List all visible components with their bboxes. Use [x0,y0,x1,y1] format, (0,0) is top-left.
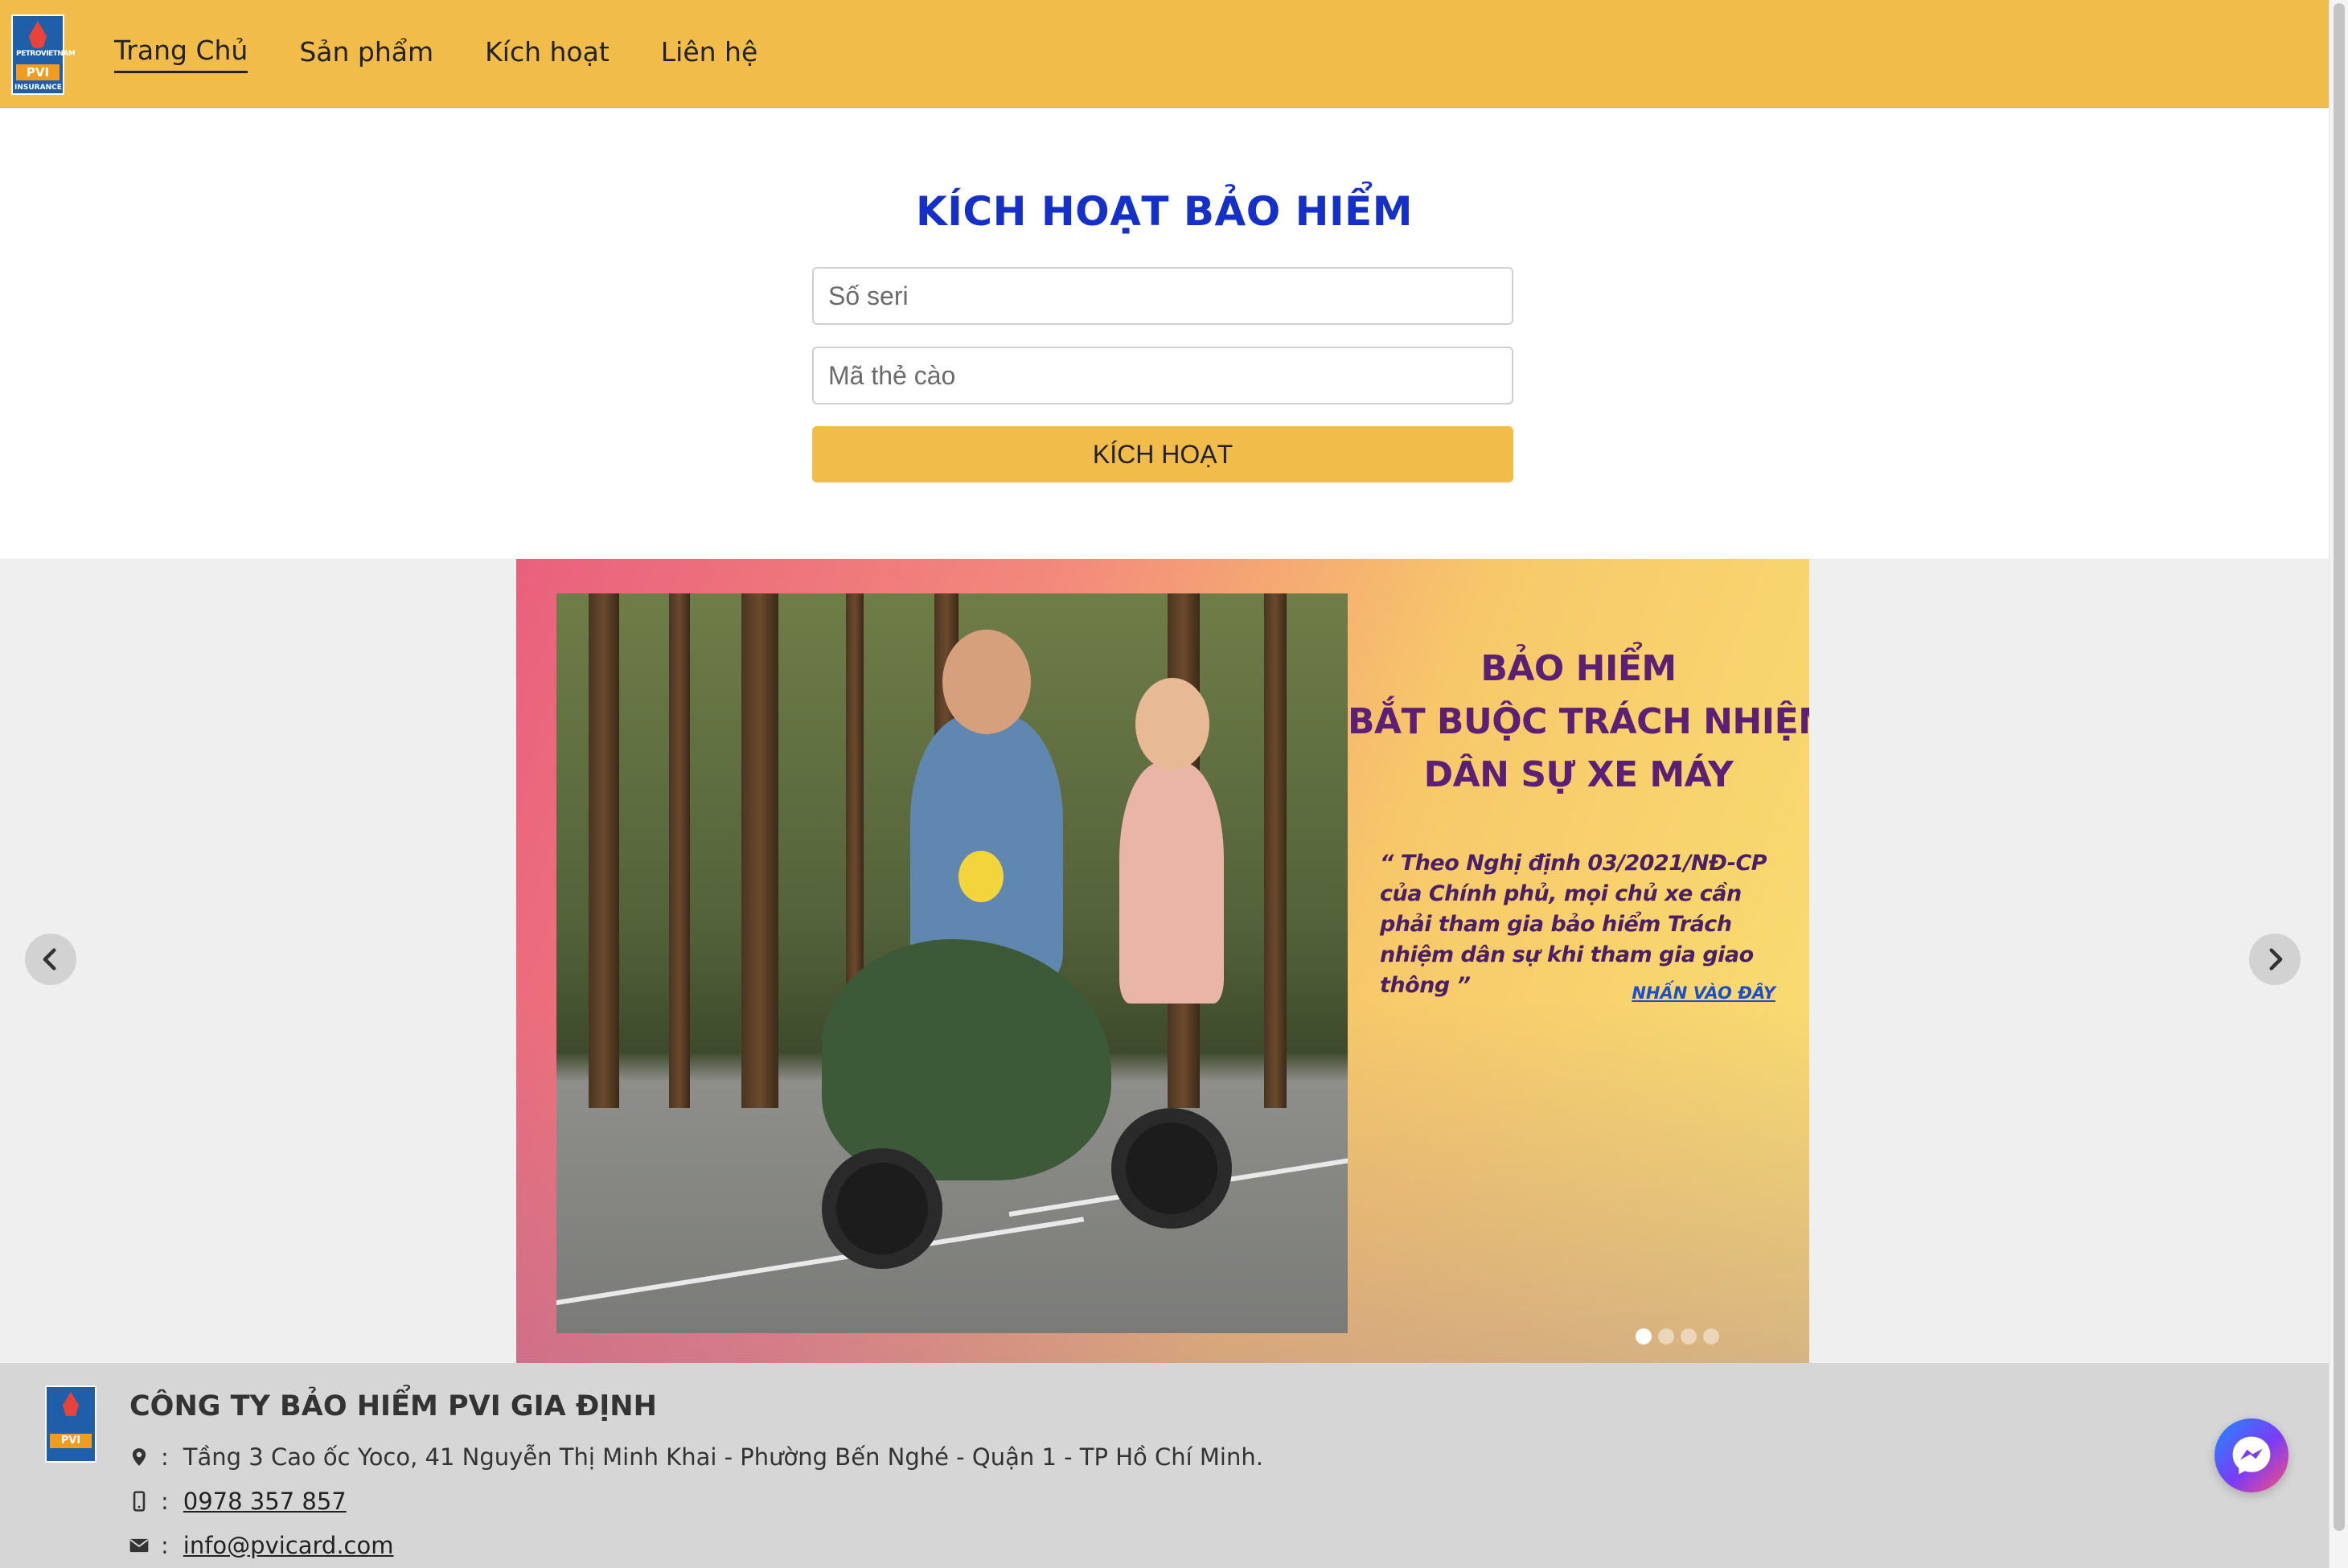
serial-number-input[interactable] [812,267,1513,325]
logo-word-insurance: INSURANCE [14,84,62,92]
pvi-logo[interactable]: PETROVIETNAM PVI INSURANCE [11,14,76,95]
carousel-next-button[interactable] [2249,934,2301,985]
chevron-left-icon [43,948,56,971]
email-link[interactable]: info@pvicard.com [183,1532,394,1559]
address-row: : Tầng 3 Cao ốc Yoco, 41 Nguyễn Thị Minh… [129,1443,1263,1471]
mobile-phone-icon [133,1491,146,1512]
company-name: CÔNG TY BẢO HIỂM PVI GIA ĐỊNH [129,1390,657,1422]
chevron-right-icon [2269,948,2283,971]
banner-carousel: BẢO HIỂM BẮT BUỘC TRÁCH NHIỆM DÂN SỰ XE … [0,559,2329,1363]
click-here-link[interactable]: NHẤN VÀO ĐÂY [1632,983,1775,1003]
carousel-slide[interactable]: BẢO HIỂM BẮT BUỘC TRÁCH NHIỆM DÂN SỰ XE … [516,559,1809,1363]
separator: : [161,1443,169,1471]
promo-panel: BẢO HIỂM BẮT BUỘC TRÁCH NHIỆM DÂN SỰ XE … [1348,559,1809,1363]
card-code-input[interactable] [812,347,1513,404]
messenger-chat-button[interactable] [2215,1418,2288,1492]
messenger-icon [2232,1436,2271,1475]
nav-menu: Trang Chủ Sản phẩm Kích hoạt Liên hệ [114,0,757,108]
phone-row: : 0978 357 857 [129,1488,347,1515]
nav-item-products[interactable]: Sản phẩm [299,36,433,72]
carousel-indicators [1636,1328,1719,1344]
carousel-prev-button[interactable] [25,934,76,985]
email-row: : info@pvicard.com [129,1532,394,1559]
promo-quote: “ Theo Nghị định 03/2021/NĐ-CP của Chính… [1380,851,1767,998]
scrollbar-thumb[interactable] [2334,3,2345,1531]
footer-pvi-logo: PVI [45,1385,96,1463]
logo-word-top: PETROVIETNAM [16,50,76,58]
nav-item-contact[interactable]: Liên hệ [661,36,757,72]
promo-title-line: DÂN SỰ XE MÁY [1423,754,1734,795]
top-navbar: PETROVIETNAM PVI INSURANCE Trang Chủ Sản… [0,0,2329,108]
footer: PVI CÔNG TY BẢO HIỂM PVI GIA ĐỊNH : Tầng… [0,1363,2329,1568]
phone-link[interactable]: 0978 357 857 [183,1488,347,1515]
footer-logo-word: PVI [50,1434,92,1448]
couple-on-scooter-image [556,593,1348,1333]
promo-title-line: BẢO HIỂM [1480,648,1677,689]
promo-title: BẢO HIỂM BẮT BUỘC TRÁCH NHIỆM DÂN SỰ XE … [1348,642,1809,802]
address-text: Tầng 3 Cao ốc Yoco, 41 Nguyễn Thị Minh K… [183,1443,1263,1471]
separator: : [161,1532,169,1559]
flame-icon [29,21,47,48]
activate-button[interactable]: KÍCH HOẠT [812,426,1513,482]
carousel-dot[interactable] [1636,1328,1652,1344]
activation-title: KÍCH HOẠT BẢO HIỂM [916,188,1413,235]
page-scrollbar[interactable] [2329,0,2348,1568]
nav-item-activate[interactable]: Kích hoạt [485,36,610,72]
promo-title-line: BẮT BUỘC TRÁCH NHIỆM [1348,701,1809,742]
envelope-icon [129,1538,149,1553]
logo-word-pvi: PVI [16,64,60,80]
carousel-dot[interactable] [1703,1328,1719,1344]
map-marker-icon [132,1448,146,1466]
separator: : [161,1488,169,1515]
carousel-dot[interactable] [1681,1328,1697,1344]
carousel-dot[interactable] [1658,1328,1674,1344]
nav-item-home[interactable]: Trang Chủ [114,35,248,73]
flame-icon [63,1392,79,1416]
